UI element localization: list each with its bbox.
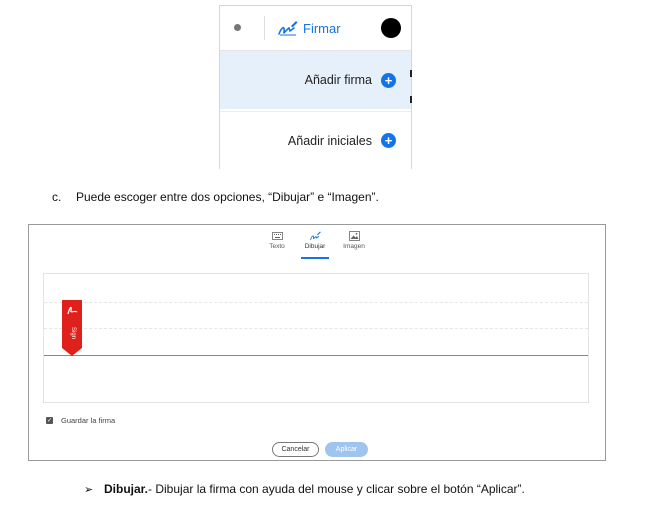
toolbar: Firmar: [220, 6, 411, 51]
keyboard-icon: [271, 232, 283, 240]
tab-bar: Texto Dibujar Imagen: [29, 225, 605, 261]
tag-text: Sign: [70, 327, 76, 339]
list-marker: c.: [52, 190, 62, 204]
tab-imagen[interactable]: Imagen: [334, 231, 374, 250]
bullet-arrow-icon: ➢: [84, 484, 94, 496]
menu-item-label: Añadir iniciales: [287, 133, 372, 148]
sign-menu-screenshot: Firmar Añadir firma + Añadir iniciales +: [219, 5, 412, 169]
edge-mark: [410, 96, 412, 103]
apply-button[interactable]: Aplicar: [325, 442, 368, 457]
plus-circle-icon: +: [381, 133, 396, 148]
menu-item-add-initials[interactable]: Añadir iniciales +: [220, 111, 411, 169]
color-dot-icon[interactable]: [381, 18, 401, 38]
tab-label: Imagen: [343, 243, 365, 250]
sign-here-tag-icon: Sign: [62, 300, 82, 356]
small-dot-icon[interactable]: [234, 24, 241, 31]
bullet-bold-term: Dibujar.: [104, 482, 149, 496]
drawing-canvas[interactable]: Sign: [43, 273, 589, 403]
save-signature-option[interactable]: ✓ Guardar la firma: [46, 416, 115, 425]
checkbox-checked-icon[interactable]: ✓: [46, 417, 53, 424]
tab-label: Texto: [269, 243, 285, 250]
paragraph-text: Puede escoger entre dos opciones, “Dibuj…: [76, 190, 379, 204]
firmar-button[interactable]: Firmar: [278, 16, 341, 40]
signature-baseline: [44, 355, 588, 356]
tab-label: Dibujar: [304, 243, 326, 250]
menu-item-label: Añadir firma: [304, 73, 372, 87]
firmar-label: Firmar: [303, 20, 341, 36]
signature-dialog: Texto Dibujar Imagen Sign ✓ Guardar la f…: [28, 224, 606, 461]
paragraph-c: c. Puede escoger entre dos opciones, “Dib…: [52, 190, 379, 204]
bullet-text: - Dibujar la firma con ayuda del mouse y…: [148, 482, 525, 496]
plus-circle-icon: +: [381, 72, 396, 88]
menu-item-add-signature[interactable]: Añadir firma +: [220, 51, 411, 109]
toolbar-divider: [264, 16, 265, 40]
cancel-button[interactable]: Cancelar: [272, 442, 319, 457]
save-signature-label: Guardar la firma: [61, 416, 116, 425]
pen-icon: [309, 231, 321, 241]
guide-line: [44, 302, 588, 303]
tab-dibujar[interactable]: Dibujar: [295, 231, 335, 259]
tab-texto[interactable]: Texto: [257, 231, 297, 250]
bullet-paragraph: ➢ Dibujar.- Dibujar la firma con ayuda de…: [84, 482, 525, 496]
active-tab-underline: [301, 257, 329, 259]
image-icon: [348, 231, 360, 241]
guide-line: [44, 328, 588, 329]
edge-mark: [410, 70, 412, 77]
sign-pen-icon: [278, 21, 298, 36]
